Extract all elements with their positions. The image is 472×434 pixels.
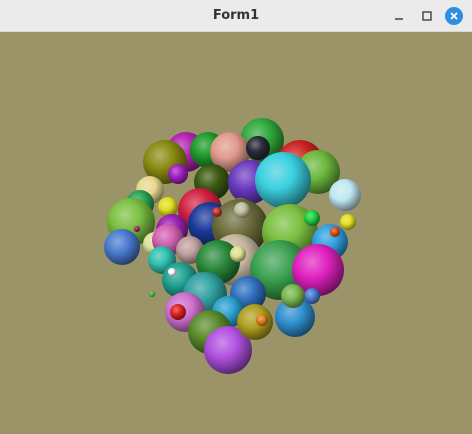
render-canvas[interactable] xyxy=(0,32,472,434)
minimize-button[interactable] xyxy=(389,6,409,26)
sphere xyxy=(304,288,320,304)
sphere xyxy=(304,210,320,226)
sphere xyxy=(281,284,305,308)
close-icon xyxy=(445,7,463,25)
sphere xyxy=(340,214,356,230)
sphere xyxy=(329,179,361,211)
sphere xyxy=(104,229,140,265)
sphere xyxy=(149,291,155,297)
sphere xyxy=(168,164,188,184)
sphere xyxy=(158,197,178,217)
title-bar[interactable]: Form1 xyxy=(0,0,472,32)
sphere xyxy=(134,226,140,232)
sphere xyxy=(256,314,268,326)
sphere xyxy=(212,207,222,217)
sphere xyxy=(168,268,176,276)
sphere xyxy=(330,227,340,237)
sphere xyxy=(230,246,246,262)
sphere-cluster-scene xyxy=(104,118,361,374)
sphere xyxy=(234,202,250,218)
sphere xyxy=(255,152,311,208)
sphere xyxy=(170,304,186,320)
minimize-icon xyxy=(395,18,403,20)
app-window: Form1 xyxy=(0,0,472,434)
maximize-button[interactable] xyxy=(417,6,437,26)
close-button[interactable] xyxy=(444,6,464,26)
sphere xyxy=(246,136,270,160)
maximize-icon xyxy=(422,11,432,21)
